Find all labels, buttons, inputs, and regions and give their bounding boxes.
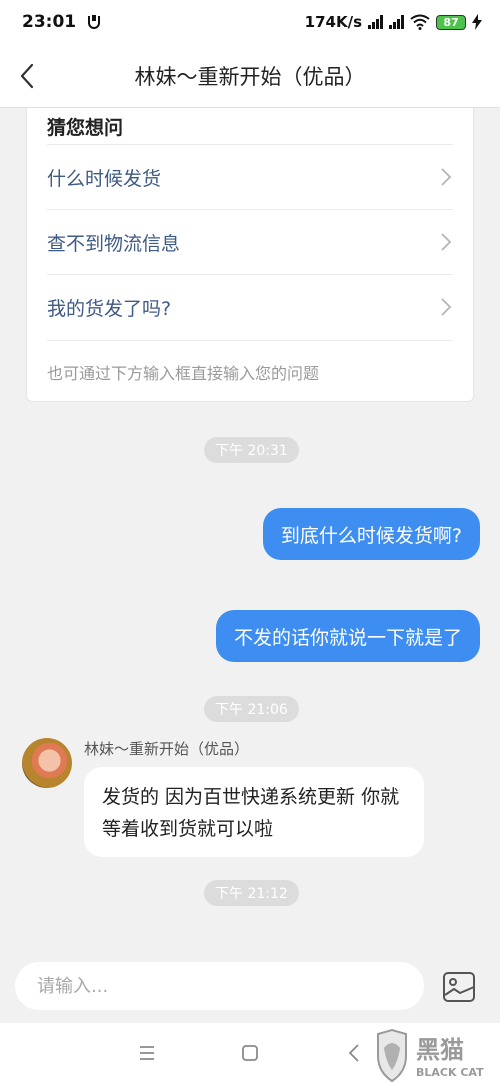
chevron-right-icon — [441, 168, 452, 186]
suggestion-item-shipping-time[interactable]: 什么时候发货 — [47, 144, 453, 209]
chevron-right-icon — [441, 233, 452, 251]
suggestion-item-no-logistics[interactable]: 查不到物流信息 — [47, 209, 453, 274]
sender-name: 林妹～重新开始（优品） — [84, 740, 250, 758]
status-bar: 23:01 174K/s 87 — [0, 0, 500, 44]
back-nav-icon[interactable] — [343, 1041, 367, 1065]
suggestions-card: 猜您想问 什么时候发货 查不到物流信息 我的货发了吗? 也可通过下方输入框直接输… — [26, 108, 474, 402]
home-icon[interactable] — [238, 1041, 262, 1065]
suggestion-label: 查不到物流信息 — [47, 232, 181, 255]
network-speed: 174K/s — [304, 13, 362, 31]
suggestion-label: 我的货发了吗? — [47, 297, 172, 320]
avatar[interactable] — [22, 738, 72, 788]
watermark-brand-en: BLACK CAT — [416, 1066, 484, 1079]
signal-icon-1 — [368, 15, 383, 29]
timestamp: 下午 20:31 — [204, 437, 299, 463]
wifi-icon — [410, 14, 430, 30]
input-bar — [0, 950, 500, 1023]
image-upload-icon[interactable] — [441, 970, 477, 1004]
outgoing-message[interactable]: 不发的话你就说一下就是了 — [215, 610, 480, 662]
nav-bar: 林妹～重新开始（优品） — [0, 44, 500, 108]
notification-icon — [88, 15, 101, 29]
charging-icon — [472, 14, 482, 30]
black-cat-watermark: 黑猫 BLACK CAT — [372, 1028, 500, 1083]
message-input[interactable] — [15, 962, 424, 1010]
back-button[interactable] — [10, 58, 44, 94]
menu-icon[interactable] — [135, 1041, 159, 1065]
timestamp: 下午 21:06 — [204, 696, 299, 722]
status-time: 23:01 — [22, 12, 77, 32]
page-title: 林妹～重新开始（优品） — [134, 65, 366, 89]
incoming-message[interactable]: 发货的 因为百世快递系统更新 你就等着收到货就可以啦 — [84, 767, 424, 857]
suggestions-title: 猜您想问 — [47, 116, 124, 139]
chevron-right-icon — [441, 298, 452, 316]
signal-icon-2 — [389, 15, 404, 29]
suggestions-hint: 也可通过下方输入框直接输入您的问题 — [47, 340, 453, 402]
suggestion-label: 什么时候发货 — [47, 167, 162, 190]
suggestion-item-shipped[interactable]: 我的货发了吗? — [47, 274, 453, 339]
chevron-left-icon — [20, 63, 34, 89]
battery-icon: 87 — [436, 14, 466, 30]
battery-level: 87 — [443, 15, 459, 29]
black-cat-logo-icon: 黑猫 BLACK CAT — [377, 1028, 484, 1083]
watermark-brand-cn: 黑猫 — [416, 1036, 464, 1064]
timestamp: 下午 21:12 — [204, 880, 299, 906]
outgoing-message[interactable]: 到底什么时候发货啊? — [262, 508, 480, 560]
